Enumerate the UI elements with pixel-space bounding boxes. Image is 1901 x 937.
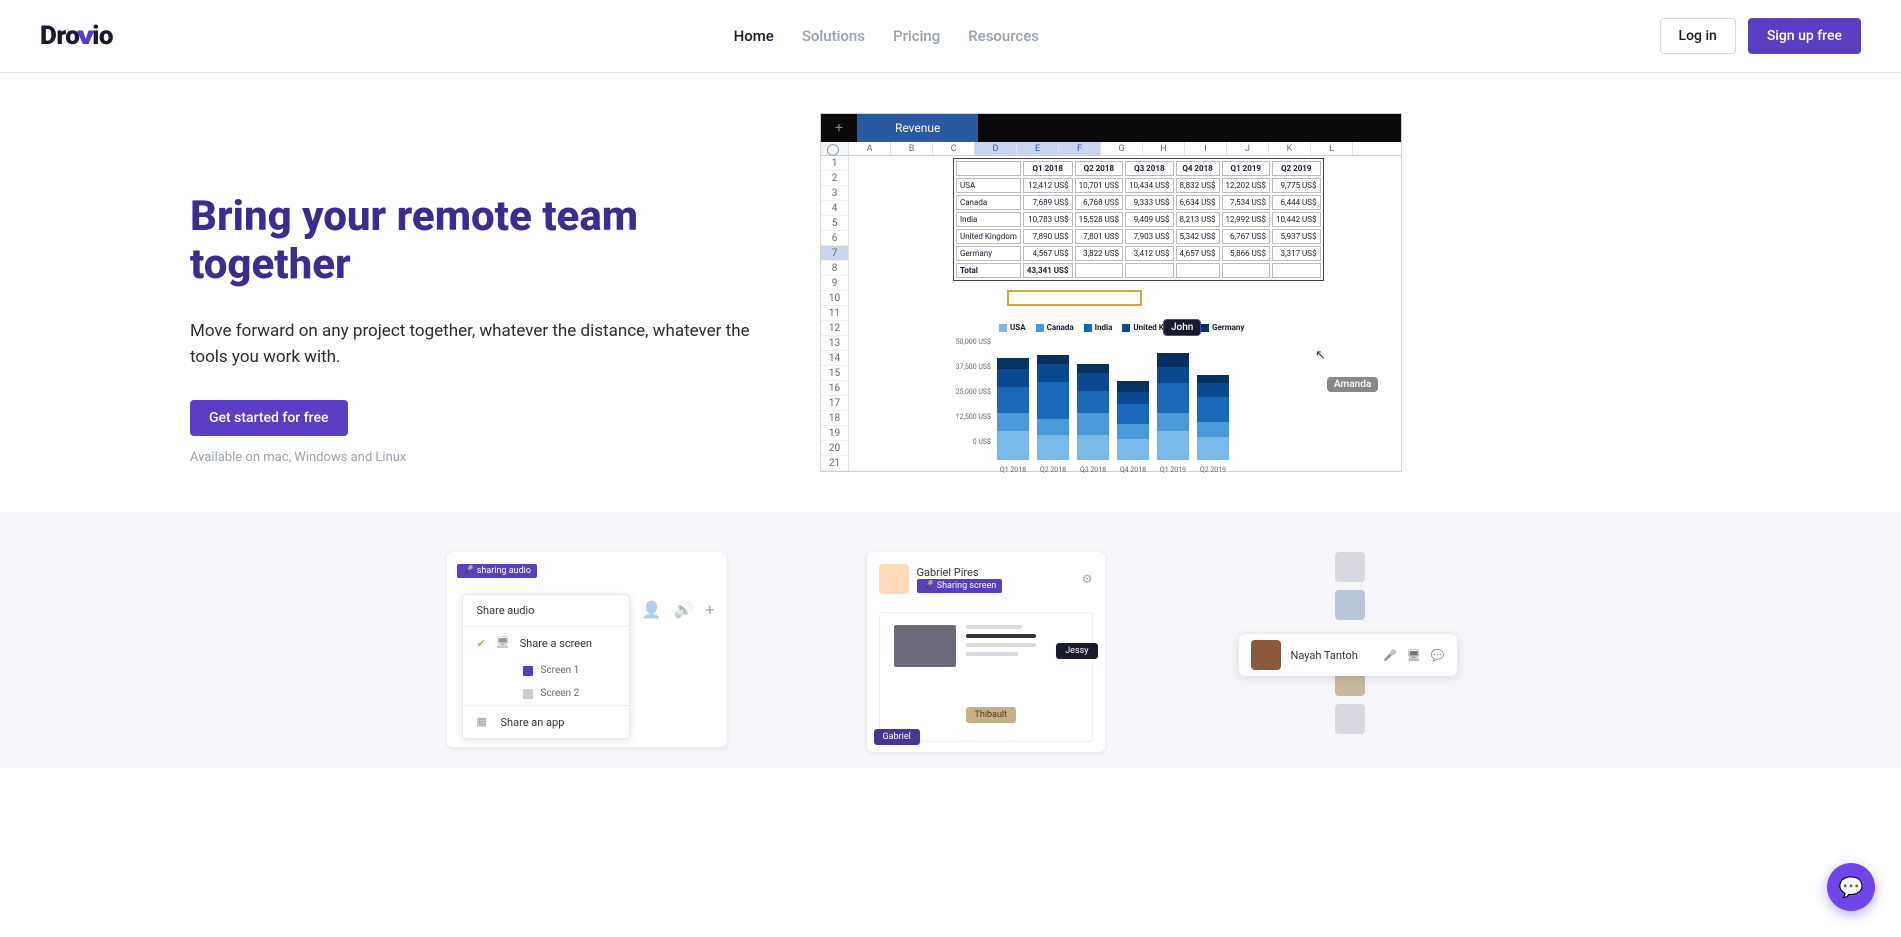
screen-icon[interactable]: 🖥 xyxy=(1407,649,1421,662)
collab-card: Gabriel Pires 🎤Sharing screen ⚙ Jessy Th… xyxy=(867,552,1105,752)
sharing-audio-badge: 🎤sharing audio xyxy=(457,564,537,578)
mic-icon: 🎤 xyxy=(463,566,474,576)
login-button[interactable]: Log in xyxy=(1660,18,1736,54)
participant-popup: Nayah Tantoh 🎤 🖥 💬 xyxy=(1239,634,1457,676)
swatch-icon xyxy=(523,689,533,699)
main-nav: Home Solutions Pricing Resources xyxy=(734,27,1039,45)
swatch-icon xyxy=(523,666,533,676)
topbar: Drovio Home Solutions Pricing Resources … xyxy=(0,0,1901,73)
mic-icon[interactable]: 🎤 xyxy=(1383,649,1397,662)
sharing-screen-badge: 🎤Sharing screen xyxy=(917,579,1003,593)
logo-caret-icon: v xyxy=(77,21,94,51)
selection-box xyxy=(1007,290,1142,306)
hero: Bring your remote team together Move for… xyxy=(0,73,1901,512)
person-icon: 👤 xyxy=(642,600,662,619)
menu-share-screen[interactable]: ✔🖥Share a screen xyxy=(463,626,629,659)
avatar xyxy=(1251,640,1281,670)
hero-note: Available on mac, Windows and Linux xyxy=(190,450,760,465)
chat-fab-button[interactable]: 💬 xyxy=(1827,863,1875,911)
participant-avatar xyxy=(1335,552,1365,582)
cursor-jessy: Jessy xyxy=(1056,643,1097,659)
hero-subtitle: Move forward on any project together, wh… xyxy=(190,318,760,371)
chart-legend: USA Canada India United Kingdom Germany xyxy=(999,323,1244,332)
column-headers: ABC DEF GHIJKL xyxy=(849,142,1401,156)
cursor-label-john: John xyxy=(1163,319,1201,336)
cursor-thibault: Thibault xyxy=(966,707,1017,723)
add-icon: + xyxy=(705,600,714,619)
mic-icon: 🎤 xyxy=(923,581,934,591)
menu-screen-1[interactable]: Screen 1 xyxy=(463,659,629,682)
share-menu: Share audio ✔🖥Share a screen Screen 1 Sc… xyxy=(462,594,630,739)
apps-icon: ▦ xyxy=(477,715,491,729)
nav-home[interactable]: Home xyxy=(734,27,774,45)
user-name: Gabriel Pires xyxy=(917,566,1003,579)
row-numbers: 123456789101112131415161718192021 xyxy=(821,142,849,471)
chat-icon[interactable]: 💬 xyxy=(1431,649,1445,662)
placeholder-lines xyxy=(966,625,1036,661)
logo-post: io xyxy=(92,21,113,51)
logo[interactable]: Drovio xyxy=(40,21,113,51)
participants-card: Nayah Tantoh 🎤 🖥 💬 xyxy=(1245,552,1455,768)
monitor-icon: 🖥 xyxy=(496,636,510,650)
auth-buttons: Log in Sign up free xyxy=(1660,18,1861,54)
menu-share-audio[interactable]: Share audio xyxy=(463,595,629,626)
menu-screen-2[interactable]: Screen 2 xyxy=(463,682,629,705)
collab-canvas: Jessy Thibault Gabriel xyxy=(879,612,1093,742)
check-icon: ✔ xyxy=(477,637,486,650)
participant-avatar xyxy=(1335,704,1365,734)
stacked-bar-chart: 50,000 US$37,500 US$25,000 US$12,500 US$… xyxy=(951,338,1251,472)
nav-resources[interactable]: Resources xyxy=(968,27,1039,45)
avatar xyxy=(879,564,909,594)
hero-cta-button[interactable]: Get started for free xyxy=(190,400,348,436)
cursor-icon: ↖ xyxy=(1315,348,1326,363)
menu-share-app[interactable]: ▦Share an app xyxy=(463,705,629,738)
data-table: Q1 2018Q2 2018Q3 2018Q4 2018Q1 2019Q2 20… xyxy=(953,158,1324,281)
chat-bubble-icon: 💬 xyxy=(1839,875,1864,899)
add-sheet-icon: + xyxy=(821,114,857,142)
hero-text: Bring your remote team together Move for… xyxy=(190,113,760,472)
toolbar-icons: 👤 🔊 + xyxy=(642,600,715,619)
share-card: 🎤sharing audio 👤 🔊 + Share audio ✔🖥Share… xyxy=(447,552,727,747)
volume-icon: 🔊 xyxy=(674,600,694,619)
feature-cards: 🎤sharing audio 👤 🔊 + Share audio ✔🖥Share… xyxy=(0,512,1901,768)
user-header: Gabriel Pires 🎤Sharing screen ⚙ xyxy=(879,564,1093,594)
participant-avatar xyxy=(1335,590,1365,620)
gear-icon[interactable]: ⚙ xyxy=(1082,572,1093,586)
placeholder-rect xyxy=(894,625,956,667)
signup-button[interactable]: Sign up free xyxy=(1748,18,1861,54)
logo-pre: Dro xyxy=(40,21,79,51)
nav-pricing[interactable]: Pricing xyxy=(893,27,940,45)
nav-solutions[interactable]: Solutions xyxy=(802,27,865,45)
cursor-gabriel: Gabriel xyxy=(874,729,920,745)
sheet-tab-revenue: Revenue xyxy=(857,114,978,142)
cursor-label-amanda: Amanda xyxy=(1327,377,1378,392)
hero-title: Bring your remote team together xyxy=(190,193,760,290)
participant-name: Nayah Tantoh xyxy=(1291,649,1374,662)
spreadsheet-illustration: + Revenue 123456789101112131415161718192… xyxy=(820,113,1402,472)
